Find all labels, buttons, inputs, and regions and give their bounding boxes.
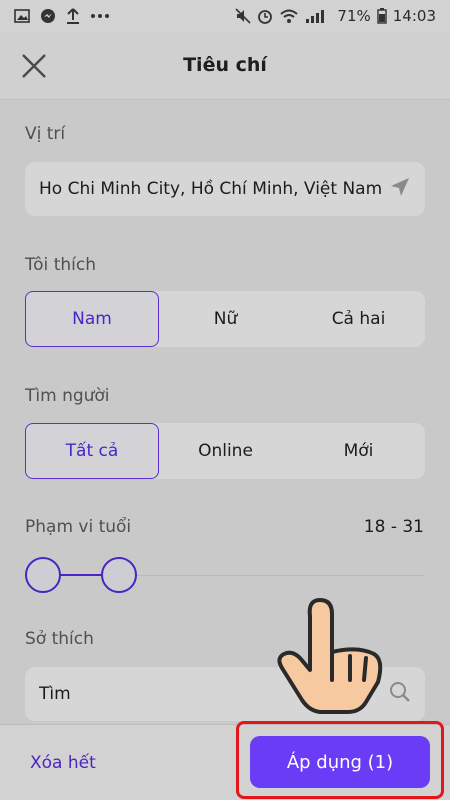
preference-option-female[interactable]: Nữ [159, 291, 292, 347]
signal-icon [305, 8, 331, 24]
page-title: Tiêu chí [183, 54, 267, 76]
age-slider-max-handle[interactable] [101, 557, 137, 593]
preference-segment: Nam Nữ Cả hai [25, 291, 425, 347]
age-range-value: 18 - 31 [363, 517, 424, 537]
location-field[interactable]: Ho Chi Minh City, Hồ Chí Minh, Việt Nam [25, 162, 425, 216]
preference-label: Tôi thích [25, 255, 96, 275]
gallery-icon [14, 9, 30, 23]
preference-option-male[interactable]: Nam [25, 291, 159, 347]
footer-bar: Xóa hết Áp dụng (1) [0, 721, 450, 800]
find-people-segment: Tất cả Online Mới [25, 423, 425, 479]
messenger-icon [40, 8, 56, 24]
find-option-new[interactable]: Mới [292, 423, 425, 479]
location-label: Vị trí [25, 124, 66, 144]
status-bar: 71% 14:03 [0, 0, 450, 32]
battery-percent: 71% [337, 7, 371, 25]
wifi-icon [279, 8, 299, 24]
clock: 14:03 [392, 7, 436, 25]
search-icon [389, 681, 411, 708]
find-option-all[interactable]: Tất cả [25, 423, 159, 479]
more-icon [90, 13, 110, 19]
location-value: Ho Chi Minh City, Hồ Chí Minh, Việt Nam [39, 179, 383, 199]
mute-icon [235, 8, 251, 24]
preference-option-both[interactable]: Cả hai [292, 291, 425, 347]
header-bar: Tiêu chí [0, 32, 450, 100]
find-option-online[interactable]: Online [159, 423, 292, 479]
age-range-label: Phạm vi tuổi [25, 517, 132, 537]
navigation-arrow-icon[interactable] [389, 176, 411, 203]
battery-icon [377, 8, 387, 24]
find-people-label: Tìm người [25, 386, 110, 406]
alarm-icon [257, 8, 273, 24]
upload-icon [66, 8, 80, 24]
hobbies-label: Sở thích [25, 629, 94, 649]
clear-all-button[interactable]: Xóa hết [30, 753, 96, 773]
age-slider-min-handle[interactable] [25, 557, 61, 593]
apply-button[interactable]: Áp dụng (1) [250, 736, 430, 788]
pointing-hand-icon [277, 598, 383, 714]
